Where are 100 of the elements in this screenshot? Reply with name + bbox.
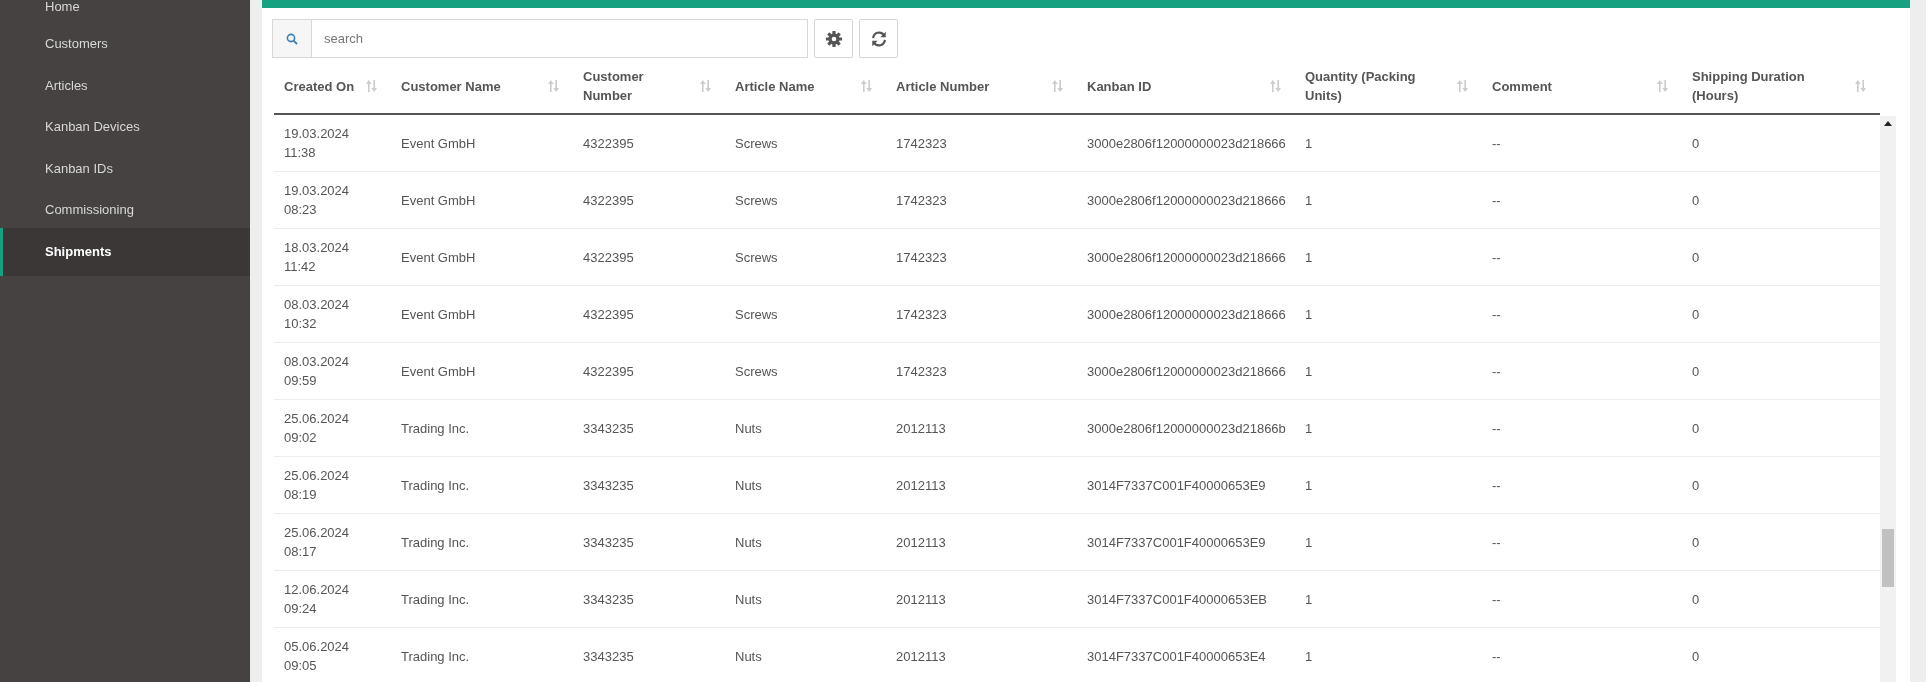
- sort-icon[interactable]: [1657, 80, 1668, 92]
- table-cell-text: 1742323: [896, 191, 947, 210]
- settings-button[interactable]: [814, 19, 853, 58]
- table-cell-text: --: [1492, 191, 1501, 210]
- table-cell-text: 2012113: [896, 647, 946, 666]
- sidebar-item[interactable]: Home: [0, 0, 250, 23]
- table-cell-text: --: [1492, 134, 1501, 153]
- column-header[interactable]: Quantity (Packing Units): [1305, 67, 1435, 105]
- table-cell-text: 1: [1305, 305, 1313, 324]
- table-cell-text: 0: [1692, 248, 1700, 267]
- settings-icon: [824, 29, 843, 48]
- column-header[interactable]: Article Name: [735, 76, 815, 96]
- table-cell-text: 3014F7337C001F40000653EB: [1087, 590, 1267, 609]
- table-cell-text: 1: [1305, 419, 1313, 438]
- table-cell-text: 1742323: [896, 134, 947, 153]
- table-cell-text: 0: [1692, 305, 1700, 324]
- table-cell-text: Event GmbH: [401, 305, 476, 324]
- table-cell-text: 0: [1692, 533, 1700, 552]
- table-cell-text: 0: [1692, 647, 1700, 666]
- table-cell-text: 3343235: [583, 533, 634, 552]
- sort-icon[interactable]: [1855, 80, 1866, 92]
- table-cell-text: Screws: [735, 305, 778, 324]
- table-cell-text: 4322395: [583, 305, 634, 324]
- sort-icon[interactable]: [1457, 80, 1468, 92]
- table-cell-text: Event GmbH: [401, 248, 476, 267]
- table-cell-text: 3343235: [583, 590, 634, 609]
- sidebar-item[interactable]: Kanban IDs: [0, 147, 250, 189]
- scroll-up-icon[interactable]: [1884, 121, 1892, 126]
- table-cell-text: Trading Inc.: [401, 476, 470, 495]
- table-cell-text: 4322395: [583, 191, 634, 210]
- table-cell-text: Event GmbH: [401, 191, 476, 210]
- table-cell-text: 1: [1305, 191, 1313, 210]
- column-header[interactable]: Kanban ID: [1087, 76, 1152, 96]
- table-cell-text: 12.06.2024 09:24: [284, 581, 351, 618]
- column-header[interactable]: Article Number: [896, 76, 990, 96]
- table-cell-text: 3014F7337C001F40000653E9: [1087, 533, 1266, 552]
- table-cell-text: 18.03.2024 11:42: [284, 239, 351, 276]
- sidebar-item[interactable]: Shipments: [0, 227, 250, 276]
- table-cell-text: 1742323: [896, 305, 947, 324]
- table-cell-text: 3000e2806f12000000023d21866b: [1087, 419, 1286, 438]
- table-cell-text: 3000e2806f12000000023d218666: [1087, 248, 1286, 267]
- table-cell-text: 19.03.2024 11:38: [284, 125, 351, 162]
- table-cell-text: Trading Inc.: [401, 590, 470, 609]
- table-cell-text: Nuts: [735, 533, 762, 552]
- sort-icon[interactable]: [1052, 80, 1063, 92]
- sort-icon[interactable]: [861, 80, 872, 92]
- table-cell-text: Nuts: [735, 590, 762, 609]
- search-icon: [286, 32, 298, 45]
- table-cell-text: 3014F7337C001F40000653E4: [1087, 647, 1266, 666]
- table-cell-text: 05.06.2024 09:05: [284, 638, 351, 675]
- table-cell-text: 08.03.2024 09:59: [284, 353, 351, 390]
- table-cell-text: 1742323: [896, 248, 947, 267]
- table-cell-text: --: [1492, 362, 1501, 381]
- scrollbar[interactable]: [1880, 116, 1896, 682]
- sort-icon[interactable]: [700, 80, 711, 92]
- table-cell-text: --: [1492, 248, 1501, 267]
- table-cell-text: 1: [1305, 590, 1313, 609]
- table-cell-text: 25.06.2024 09:02: [284, 410, 351, 447]
- table-cell-text: 3014F7337C001F40000653E9: [1087, 476, 1266, 495]
- sidebar-item[interactable]: Customers: [0, 23, 250, 65]
- sort-icon[interactable]: [548, 80, 559, 92]
- column-header[interactable]: Created On: [284, 76, 355, 96]
- table-cell-text: 0: [1692, 419, 1700, 438]
- table-cell-text: Trading Inc.: [401, 647, 470, 666]
- table-cell-text: Screws: [735, 191, 778, 210]
- table-cell-text: --: [1492, 305, 1501, 324]
- refresh-button[interactable]: [859, 19, 898, 58]
- table-cell-text: 4322395: [583, 362, 634, 381]
- table-cell-text: Nuts: [735, 647, 762, 666]
- column-header[interactable]: Shipping Duration (Hours): [1692, 67, 1822, 105]
- table-cell-text: 3343235: [583, 476, 634, 495]
- table-cell-text: 4322395: [583, 248, 634, 267]
- sidebar-item[interactable]: Articles: [0, 64, 250, 106]
- search-field[interactable]: search: [312, 19, 808, 58]
- column-header[interactable]: Comment: [1492, 76, 1552, 96]
- table-cell-text: 3343235: [583, 419, 634, 438]
- table-cell-text: 2012113: [896, 419, 946, 438]
- table-cell-text: Screws: [735, 362, 778, 381]
- table-cell-text: 3000e2806f12000000023d218666: [1087, 134, 1286, 153]
- column-header[interactable]: Customer Name: [401, 76, 501, 96]
- table-cell-text: Trading Inc.: [401, 533, 470, 552]
- table-cell-text: 0: [1692, 362, 1700, 381]
- table-cell-text: 3000e2806f12000000023d218666: [1087, 362, 1286, 381]
- table-cell-text: 25.06.2024 08:19: [284, 467, 351, 504]
- table-cell-text: --: [1492, 590, 1501, 609]
- table-cell-text: 2012113: [896, 533, 946, 552]
- table-cell-text: Event GmbH: [401, 134, 476, 153]
- table-cell-text: 0: [1692, 191, 1700, 210]
- table-cell-text: 25.06.2024 08:17: [284, 524, 351, 561]
- sort-icon[interactable]: [366, 80, 377, 92]
- table-cell-text: 3343235: [583, 647, 634, 666]
- scrollbar-thumb[interactable]: [1882, 529, 1894, 587]
- table-cell-text: 1742323: [896, 362, 947, 381]
- table-cell-text: 1: [1305, 134, 1313, 153]
- sidebar-item[interactable]: Kanban Devices: [0, 106, 250, 148]
- column-header[interactable]: Customer Number: [583, 67, 658, 105]
- table-cell-text: --: [1492, 476, 1501, 495]
- table-cell-text: 2012113: [896, 590, 946, 609]
- sort-icon[interactable]: [1270, 80, 1281, 92]
- table-cell-text: 0: [1692, 134, 1700, 153]
